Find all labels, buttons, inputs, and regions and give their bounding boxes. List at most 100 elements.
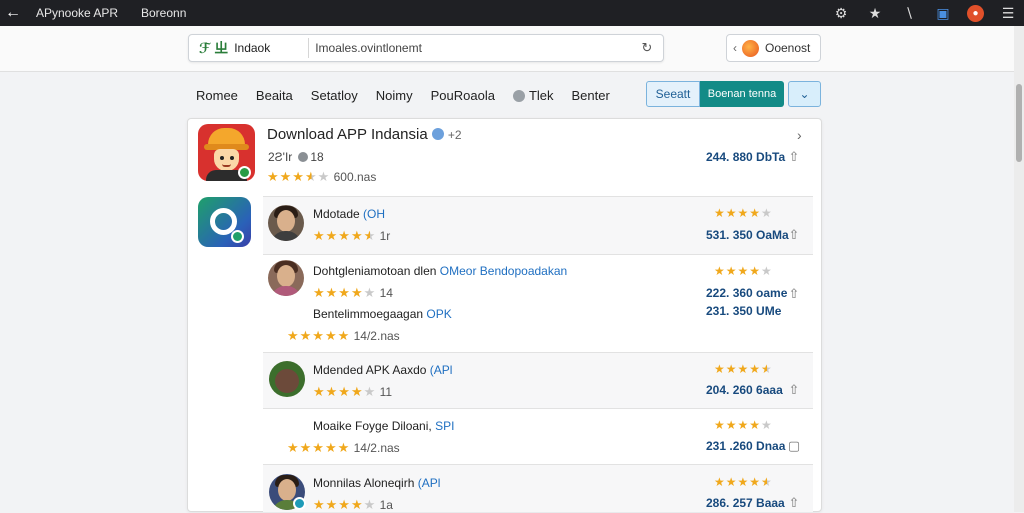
reload-icon[interactable]: ↻ [635, 40, 659, 56]
app-title[interactable]: Download APP Indansia +2 [267, 126, 462, 143]
row-rating: ★★★★★ 1a [313, 497, 393, 513]
back-arrow-icon[interactable]: ← [0, 0, 26, 26]
row-size: 286. 257 Baaa [706, 496, 785, 510]
row-name-text: Mdended APK Aaxdo [313, 363, 427, 377]
nav-item-home[interactable]: Romee [196, 88, 238, 103]
row-star-rating: ★★★★★ [714, 418, 773, 432]
page-scrollbar[interactable] [1014, 26, 1024, 512]
row-title[interactable]: Mdended APK Aaxdo (APl [313, 363, 452, 377]
share-icon[interactable]: ⇧ [787, 150, 801, 164]
row-title[interactable]: Dohtgleniamotoan dlen OMeor Bendopoadaka… [313, 264, 567, 278]
profile-icon[interactable]: ● [967, 4, 984, 22]
share-icon[interactable]: ⇧ [787, 496, 801, 510]
row-tag: (APl [417, 476, 441, 490]
dot-icon [298, 152, 309, 162]
avatar [268, 260, 304, 296]
app-rating: ★★★★★ 600.nas [267, 169, 376, 185]
star-rating: ★★★★★ [287, 440, 351, 455]
app-title-text: Download APP Indansia [267, 126, 428, 143]
share-icon[interactable]: ⇧ [787, 228, 801, 242]
address-area: ℱ ㄓ Indaok Imoales.ovintlonemt ↻ ‹ Ooeno… [0, 26, 1014, 72]
row-rating-count: 1r [379, 229, 391, 243]
share-icon[interactable]: ▢ [787, 439, 801, 453]
row-rating-count: 11 [379, 385, 393, 399]
star-rating: ★★★★★ [267, 169, 331, 184]
avatar-orange-icon [742, 39, 759, 57]
row-size: 531. 350 OaMa [706, 228, 789, 242]
share-icon[interactable]: ⇧ [787, 287, 801, 301]
bookmark-star-icon[interactable]: ★ [865, 3, 885, 23]
download-button[interactable]: Boenan tenna [700, 81, 784, 107]
address-bar[interactable]: ℱ ㄓ Indaok Imoales.ovintlonemt ↻ [188, 34, 664, 62]
row-tag: OPK [426, 307, 452, 321]
nav-item-3[interactable]: Setatloy [311, 88, 358, 103]
row-size: 222. 360 oame [706, 286, 788, 300]
tab-title[interactable]: APynooke APR [36, 6, 131, 20]
scrollbar-thumb[interactable] [1016, 84, 1022, 162]
avatar-face [277, 210, 295, 232]
address-divider [308, 38, 310, 58]
row-rating-count: 14 [379, 286, 393, 300]
browser-top-bar: ← APynooke APR Boreonn ⚙ ★ ∖ ▣ ● ☰ [0, 0, 1024, 26]
row-rating-count: 1a [379, 498, 393, 512]
account-button[interactable]: ‹ Ooenost [726, 34, 821, 62]
arrow-left-icon: ‹ [733, 41, 737, 55]
avatar-face [277, 265, 295, 287]
app-icon-eye [220, 156, 224, 160]
toolbar-icons: ⚙ ★ ∖ ▣ ● ☰ [831, 0, 1018, 26]
row-name-text: Dohtgleniamotoan dlen [313, 264, 437, 278]
star-rating: ★★★★★ [313, 228, 377, 243]
row-tag: (OH [363, 207, 386, 221]
avatar [269, 361, 305, 397]
app-subtitle: 2Ƨ'Ir 18 [268, 150, 324, 164]
hide-icon[interactable]: ∖ [899, 3, 919, 23]
badge-icon [293, 497, 306, 510]
list-item[interactable] [263, 196, 813, 254]
extension-icon[interactable]: ⚙ [831, 3, 851, 23]
url-text[interactable]: Imoales.ovintlonemt [315, 41, 635, 55]
app-sub-right: 18 [310, 150, 324, 164]
row-name-text: Monnilas Aloneqirh [313, 476, 415, 490]
row-name-text: Mdotade [313, 207, 360, 221]
nav-item-4[interactable]: Noimy [376, 88, 413, 103]
nav-item-7[interactable]: Benter [572, 88, 610, 103]
row-rating: ★★★★★ 1r [313, 228, 390, 244]
app-sub-left: 2Ƨ'Ir [268, 150, 293, 164]
nav-dot-icon [512, 89, 525, 102]
row-name-text: Bentelimmoegaagan [313, 307, 424, 321]
main-nav: Romee Beaita Setatloy Noimy PouRoaola Tl… [196, 84, 610, 106]
avatar-shirt [271, 286, 301, 296]
rating-count: 600.nas [333, 170, 377, 184]
nav-item-6[interactable]: Tlek [512, 87, 554, 103]
account-label: Ooenost [765, 41, 811, 55]
row-rating: ★★★★★ 14/2.nas [287, 440, 400, 456]
nav-item-2[interactable]: Beaita [256, 88, 293, 103]
search-button[interactable]: Seeatt [646, 81, 700, 107]
chevron-right-icon[interactable]: › [797, 127, 802, 143]
row-rating: ★★★★★ 14/2.nas [287, 328, 400, 344]
avatar-face [275, 369, 299, 393]
nav-item-5[interactable]: PouRoaola [431, 88, 495, 103]
app-icon-eye [230, 156, 234, 160]
avatar [268, 205, 304, 241]
nav-item-6-label: Tlek [528, 87, 554, 103]
menu-icon[interactable]: ☰ [998, 3, 1018, 23]
chevron-down-icon[interactable]: ⌄ [788, 81, 821, 107]
row-title[interactable]: Moaike Foyge Diloani, SPI [313, 419, 454, 433]
row-tag: SPI [435, 419, 455, 433]
share-icon[interactable]: ⇧ [787, 383, 801, 397]
verified-icon [431, 128, 444, 140]
star-rating: ★★★★★ [313, 285, 377, 300]
tab-title-secondary[interactable]: Boreonn [141, 6, 186, 20]
row-title[interactable]: Monnilas Aloneqirh (APl [313, 476, 440, 490]
puzzle-icon[interactable]: ▣ [933, 3, 953, 23]
row-size: 231 .260 Dnaa [706, 439, 786, 453]
app-size: 244. 880 DbTa [706, 150, 786, 164]
row-name-text: Moaike Foyge Diloani, [313, 419, 432, 433]
app-version: +2 [447, 128, 462, 142]
row-title[interactable]: Mdotade (OH [313, 207, 385, 221]
row-subtitle: Bentelimmoegaagan OPK [313, 307, 452, 321]
avatar-shirt [271, 231, 301, 241]
star-rating: ★★★★★ [313, 384, 377, 399]
row-rating: ★★★★★ 11 [313, 384, 392, 400]
